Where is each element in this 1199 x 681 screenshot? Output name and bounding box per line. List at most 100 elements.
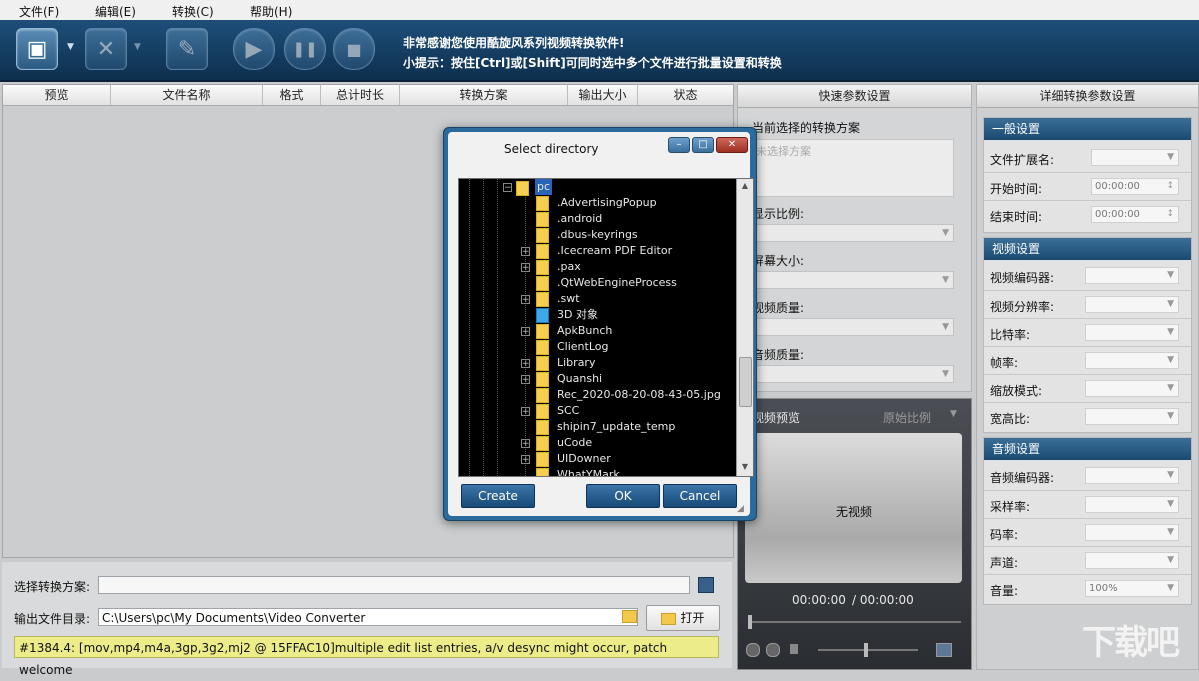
bitrate-select[interactable]: ▼ — [1085, 324, 1179, 341]
audio-encoder-select[interactable]: ▼ — [1085, 467, 1179, 484]
directory-tree[interactable]: − pc .AdvertisingPopup .android .dbus-keyr… — [458, 178, 754, 477]
close-button[interactable]: ✕ — [716, 137, 748, 153]
screen-size-select[interactable]: ▼ — [752, 271, 954, 289]
volume-handle[interactable] — [864, 643, 868, 657]
video-encoder-select[interactable]: ▼ — [1085, 267, 1179, 284]
minimize-button[interactable]: – — [668, 137, 690, 153]
col-filename[interactable]: 文件名称 — [111, 85, 263, 105]
tree-node[interactable]: .Icecream PDF Editor — [557, 243, 672, 259]
tree-scrollbar[interactable]: ▲ ▼ — [736, 179, 753, 476]
tree-node[interactable]: .android — [557, 211, 602, 227]
tree-node[interactable]: ApkBunch — [557, 323, 612, 339]
scroll-up-icon[interactable]: ▲ — [739, 181, 751, 191]
scroll-thumb[interactable] — [739, 357, 752, 407]
video-quality-select[interactable]: ▼ — [752, 318, 954, 336]
channels-select[interactable]: ▼ — [1085, 552, 1179, 569]
tree-node[interactable]: SCC — [557, 403, 579, 419]
tree-node[interactable]: Rec_2020-08-20-08-43-05.jpg — [557, 387, 721, 403]
tree-node[interactable]: shipin7_update_temp — [557, 419, 675, 435]
framerate-select[interactable]: ▼ — [1085, 352, 1179, 369]
col-output-size[interactable]: 输出大小 — [568, 85, 638, 105]
tree-node[interactable]: .dbus-keyrings — [557, 227, 638, 243]
maximize-button[interactable]: □ — [692, 137, 714, 153]
stop-icon[interactable] — [766, 643, 780, 657]
expand-toggle[interactable]: + — [521, 439, 530, 449]
ext-select[interactable]: ▼ — [1091, 149, 1179, 166]
fullscreen-icon[interactable] — [936, 643, 952, 657]
create-button[interactable]: Create — [461, 484, 535, 508]
ratio-select[interactable]: 原始比例 — [883, 409, 931, 426]
start-time-input[interactable]: 00:00:00 ↕ — [1091, 178, 1179, 195]
video-resolution-select[interactable]: ▼ — [1085, 296, 1179, 313]
volume-icon[interactable] — [790, 644, 798, 654]
expand-toggle[interactable]: + — [521, 295, 530, 305]
scheme-picker-icon[interactable] — [698, 577, 714, 593]
tree-node[interactable]: .AdvertisingPopup — [557, 195, 657, 211]
collapse-toggle[interactable]: − — [503, 183, 512, 193]
audio-bitrate-select[interactable]: ▼ — [1085, 524, 1179, 541]
resize-grip-icon[interactable]: ◢ — [737, 504, 747, 514]
stop-button[interactable]: ■ — [333, 28, 375, 70]
cancel-button[interactable]: Cancel — [663, 484, 737, 508]
seek-bar[interactable] — [748, 621, 961, 623]
scroll-down-icon[interactable]: ▼ — [739, 462, 751, 472]
tree-node[interactable]: UIDowner — [557, 451, 611, 467]
col-duration[interactable]: 总计时长 — [321, 85, 400, 105]
aspect-select[interactable]: ▼ — [752, 224, 954, 242]
play-icon[interactable] — [746, 643, 760, 657]
volume-slider[interactable] — [818, 649, 918, 651]
menu-convert[interactable]: 转换(C) — [172, 3, 214, 20]
col-status[interactable]: 状态 — [638, 85, 733, 105]
tree-node[interactable]: Quanshi — [557, 371, 602, 387]
add-file-button[interactable]: ▣ — [16, 28, 58, 70]
expand-toggle[interactable]: + — [521, 327, 530, 337]
col-format[interactable]: 格式 — [263, 85, 321, 105]
tree-node[interactable]: .QtWebEngineProcess — [557, 275, 677, 291]
tree-node[interactable]: WhatYMark — [557, 467, 620, 476]
expand-toggle[interactable]: + — [521, 407, 530, 417]
remove-file-button[interactable]: ✕ — [85, 28, 127, 70]
seek-handle[interactable] — [748, 615, 752, 629]
expand-toggle[interactable]: + — [521, 263, 530, 273]
expand-toggle[interactable]: + — [521, 455, 530, 465]
menu-file[interactable]: 文件(F) — [19, 3, 59, 20]
end-time-input[interactable]: 00:00:00 ↕ — [1091, 206, 1179, 223]
sample-rate-select[interactable]: ▼ — [1085, 496, 1179, 513]
spinner-icon[interactable]: ↕ — [1166, 179, 1174, 194]
tree-node[interactable]: ClientLog — [557, 339, 609, 355]
add-dropdown-arrow[interactable]: ▼ — [67, 42, 74, 52]
scheme-field[interactable] — [98, 576, 690, 594]
current-scheme-box[interactable]: 未选择方案 — [752, 139, 954, 197]
tree-node[interactable]: Library — [557, 355, 595, 371]
edit-button[interactable]: ✎ — [166, 28, 208, 70]
audio-quality-select[interactable]: ▼ — [752, 365, 954, 383]
pause-button[interactable]: ❚❚ — [284, 28, 326, 70]
tree-node[interactable]: 3D 对象 — [557, 307, 598, 323]
ok-button[interactable]: OK — [586, 484, 660, 508]
channels-row: 声道: ▼ — [984, 546, 1191, 575]
chevron-down-icon: ▼ — [1167, 470, 1174, 480]
col-scheme[interactable]: 转换方案 — [400, 85, 568, 105]
tree-node[interactable]: .pax — [557, 259, 581, 275]
volume-select[interactable]: 100% ▼ — [1085, 580, 1179, 597]
aspect-ratio-select[interactable]: ▼ — [1085, 408, 1179, 425]
output-dir-input[interactable]: C:\Users\pc\My Documents\Video Converter — [98, 608, 638, 626]
tree-node[interactable]: .swt — [557, 291, 580, 307]
menu-edit[interactable]: 编辑(E) — [95, 3, 136, 20]
aspect-ratio-row: 宽高比: ▼ — [984, 402, 1191, 431]
expand-toggle[interactable]: + — [521, 359, 530, 369]
folder-icon[interactable] — [622, 610, 637, 623]
menu-help[interactable]: 帮助(H) — [250, 3, 292, 20]
remove-dropdown-arrow[interactable]: ▼ — [134, 42, 141, 52]
chevron-down-icon[interactable]: ▼ — [950, 409, 957, 419]
dialog-titlebar[interactable]: Select directory – □ ✕ — [448, 132, 750, 176]
open-folder-button[interactable]: 打开 — [646, 605, 720, 631]
tree-node[interactable]: uCode — [557, 435, 592, 451]
convert-button[interactable]: ▶ — [233, 28, 275, 70]
scale-mode-select[interactable]: ▼ — [1085, 380, 1179, 397]
spinner-icon[interactable]: ↕ — [1166, 207, 1174, 222]
expand-toggle[interactable]: + — [521, 247, 530, 257]
tree-root-node[interactable]: pc — [535, 179, 553, 195]
col-preview[interactable]: 预览 — [3, 85, 111, 105]
expand-toggle[interactable]: + — [521, 375, 530, 385]
